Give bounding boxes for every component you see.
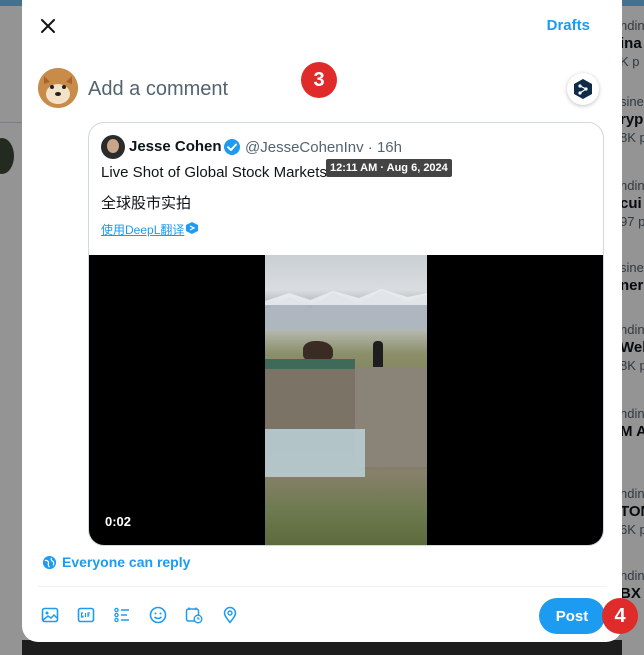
gif-button[interactable]	[76, 605, 96, 625]
video-person	[373, 341, 383, 369]
video-wall	[265, 369, 355, 429]
annotation-badge-4: 4	[602, 598, 638, 634]
quoted-author-handle[interactable]: @JesseCohenInv · 16h	[245, 139, 402, 156]
deepl-icon	[574, 79, 592, 99]
quoted-text-line1: Live Shot of Global Stock Markets	[101, 164, 327, 181]
deepl-small-icon	[186, 222, 198, 234]
toolbar-divider	[38, 586, 606, 587]
location-button[interactable]	[220, 605, 240, 625]
video-roof	[265, 359, 355, 369]
comment-input[interactable]	[88, 74, 488, 104]
annotation-badge-3: 3	[301, 62, 337, 98]
emoji-icon	[149, 606, 167, 624]
video-mountains	[265, 289, 427, 329]
poll-button[interactable]	[112, 605, 132, 625]
verified-badge-icon	[224, 139, 240, 155]
quoted-tweet[interactable]: Jesse Cohen @JesseCohenInv · 16h Live Sh…	[88, 122, 604, 546]
shiba-avatar-image	[38, 68, 78, 108]
user-avatar[interactable]	[38, 68, 78, 108]
image-icon	[41, 607, 59, 623]
composer-toolbar	[40, 605, 256, 625]
video-animal	[303, 341, 333, 361]
quoted-text-line2: 全球股市实拍	[101, 195, 192, 212]
reply-modal: Drafts 3 Jesse Cohen @JesseCohen	[22, 0, 622, 642]
video-shed	[355, 367, 427, 467]
deepl-button[interactable]	[567, 73, 599, 105]
video-player[interactable]: 0:02	[89, 255, 603, 545]
gif-icon	[77, 607, 95, 623]
close-icon	[41, 19, 55, 33]
globe-icon	[42, 555, 57, 569]
video-tarp	[265, 429, 365, 477]
timestamp-tooltip: 12:11 AM · Aug 6, 2024	[326, 159, 452, 177]
post-button[interactable]: Post	[539, 598, 605, 634]
media-button[interactable]	[40, 605, 60, 625]
reply-setting-button[interactable]: Everyone can reply	[42, 554, 190, 570]
drafts-button[interactable]: Drafts	[547, 17, 590, 34]
video-timecode: 0:02	[105, 514, 132, 529]
quoted-author-name[interactable]: Jesse Cohen	[129, 138, 222, 155]
quoted-author-avatar[interactable]	[101, 135, 125, 159]
emoji-button[interactable]	[148, 605, 168, 625]
poll-icon	[114, 607, 129, 623]
schedule-icon	[185, 607, 203, 624]
translate-link[interactable]: 使用DeepL翻译	[101, 221, 184, 238]
close-button[interactable]	[36, 14, 60, 38]
video-snow	[265, 289, 427, 305]
location-icon	[223, 606, 237, 624]
reply-setting-label: Everyone can reply	[62, 554, 191, 570]
schedule-button[interactable]	[184, 605, 204, 625]
video-frame	[265, 255, 427, 545]
